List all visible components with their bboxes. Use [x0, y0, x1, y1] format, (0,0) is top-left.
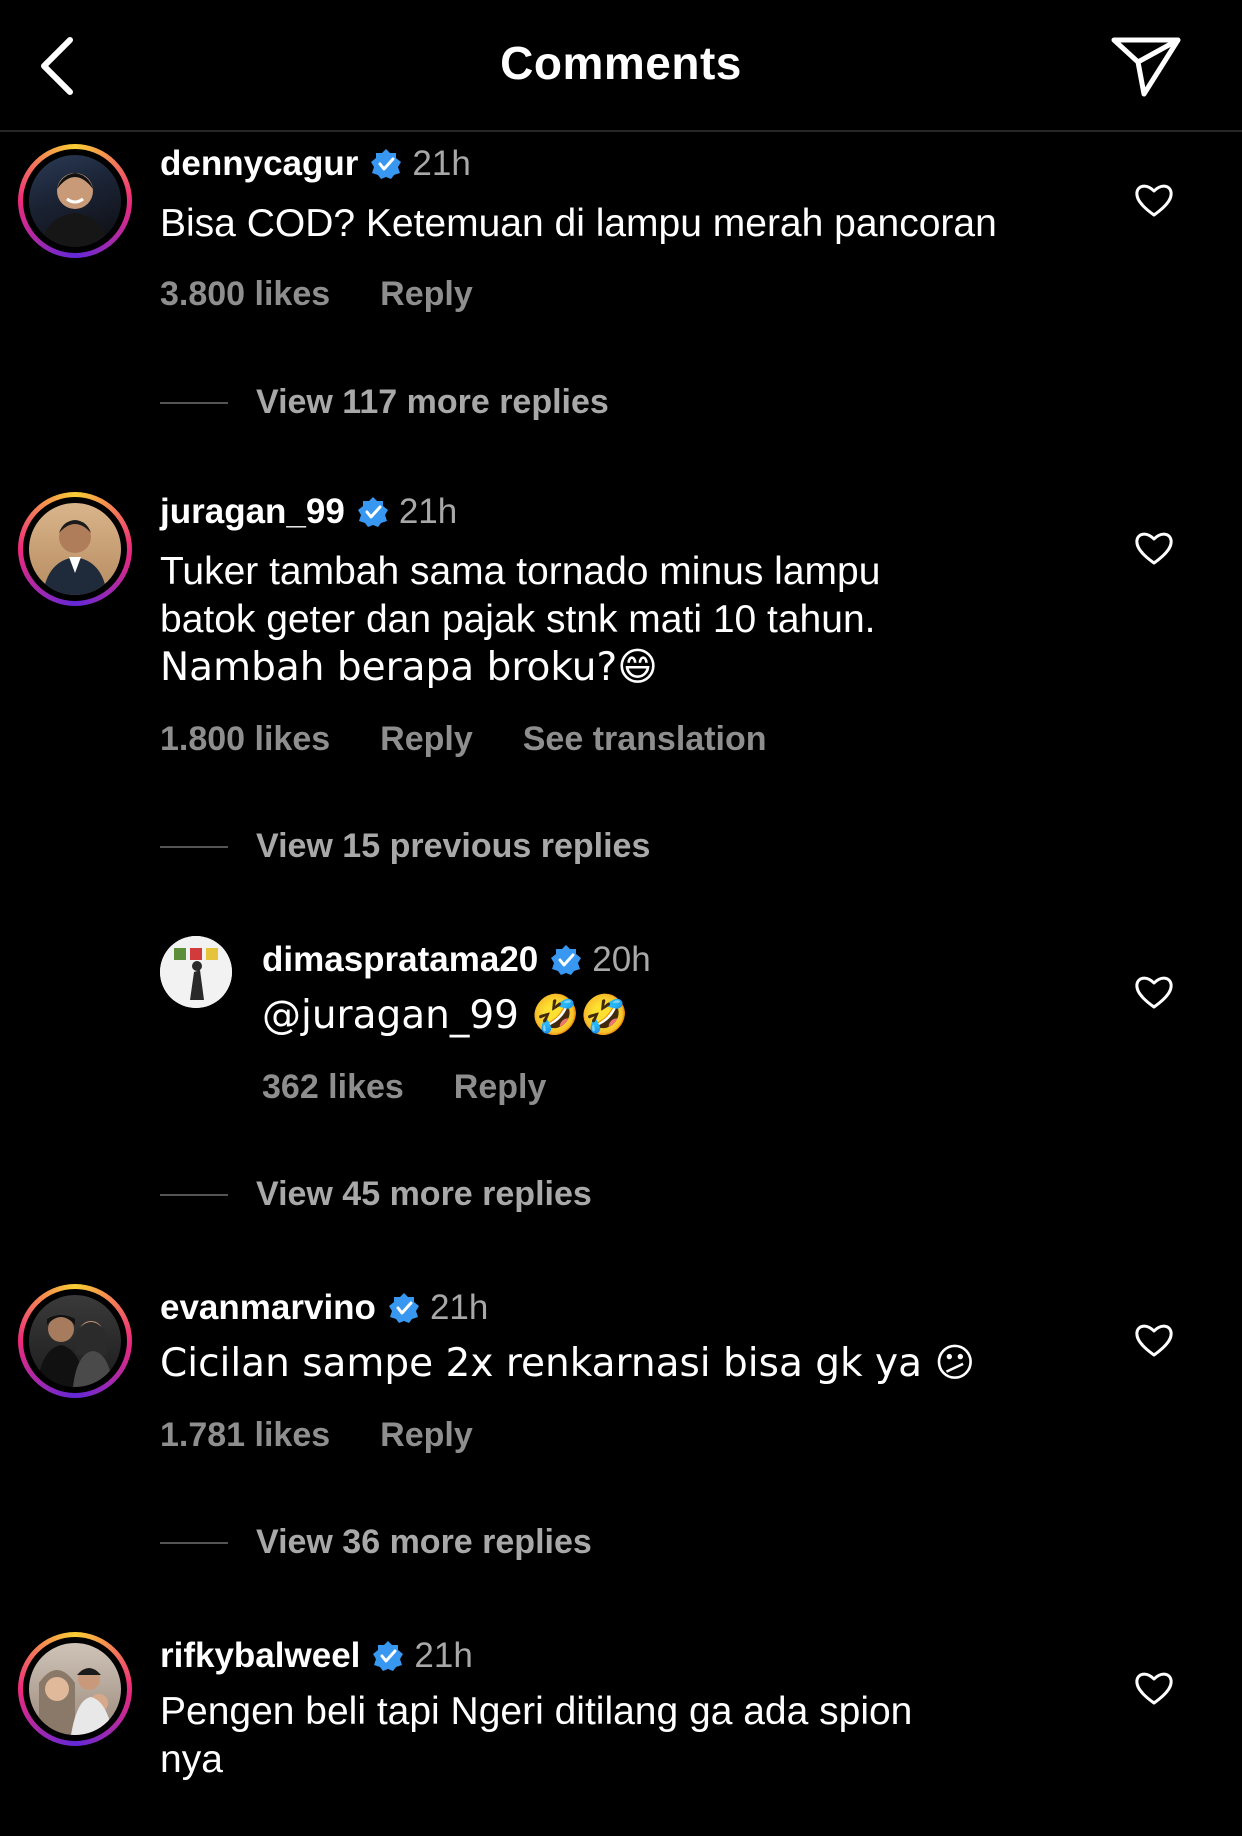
comments-screen: Comments dennycagur 21h Bisa COD? Ketemu…: [0, 0, 1242, 1836]
divider-line: [160, 401, 228, 404]
comment-text: Tuker tambah sama tornado minus lampu ba…: [160, 548, 1100, 692]
comment-timestamp: 21h: [429, 1288, 489, 1327]
likes-count[interactable]: 362 likes: [262, 1068, 404, 1107]
divider-line: [160, 1541, 228, 1544]
avatar[interactable]: [18, 1284, 132, 1398]
divider-line: [160, 845, 228, 848]
comment-text-line: Tuker tambah sama tornado minus lampu: [160, 550, 881, 593]
avatar[interactable]: [18, 144, 132, 258]
comment-text: Pengen beli tapi Ngeri ditilang ga ada s…: [160, 1688, 1100, 1784]
comment-text: Bisa COD? Ketemuan di lampu merah pancor…: [160, 202, 997, 245]
verified-badge-icon: [373, 1641, 404, 1671]
heart-icon[interactable]: [1134, 180, 1174, 220]
likes-count[interactable]: 3.800 likes: [160, 275, 330, 314]
see-translation-button[interactable]: See translation: [523, 720, 767, 759]
avatar-photo: [41, 173, 109, 247]
page-title: Comments: [500, 37, 742, 89]
comment-timestamp: 21h: [398, 492, 458, 531]
avatar-photo: [39, 1668, 113, 1735]
avatar-photo: [37, 1315, 113, 1387]
avatar[interactable]: [18, 1632, 132, 1746]
divider-line: [160, 1193, 228, 1196]
view-previous-replies-link[interactable]: View 15 previous replies: [160, 827, 650, 866]
header-bar: Comments: [0, 0, 1242, 132]
heart-icon[interactable]: [1134, 1668, 1174, 1708]
comment-timestamp: 21h: [412, 144, 471, 183]
reply-username[interactable]: dimaspratama20: [262, 940, 538, 980]
share-button[interactable]: [1108, 30, 1184, 102]
avatar-photo: [43, 520, 107, 595]
comment-username[interactable]: dennycagur: [160, 144, 358, 184]
comment-username[interactable]: evanmarvino: [160, 1288, 376, 1328]
reply-timestamp: 20h: [592, 940, 651, 979]
avatar[interactable]: [160, 936, 232, 1008]
comment-username[interactable]: juragan_99: [160, 492, 345, 532]
verified-badge-icon: [551, 945, 582, 975]
likes-count[interactable]: 1.800 likes: [160, 720, 330, 759]
comment-text-line: Nambah berapa broku?😄: [160, 645, 658, 690]
view-replies-link[interactable]: View 45 more replies: [160, 1175, 592, 1214]
verified-badge-icon: [371, 149, 402, 179]
reply-button[interactable]: Reply: [380, 1416, 473, 1455]
verified-badge-icon: [357, 497, 388, 527]
reply-text: @juragan_99 🤣🤣: [262, 993, 629, 1038]
comment-text-line: Pengen beli tapi Ngeri ditilang ga ada s…: [160, 1690, 913, 1733]
comment-username[interactable]: rifkybalweel: [160, 1636, 360, 1676]
view-replies-link[interactable]: View 36 more replies: [160, 1523, 592, 1562]
comment-text-line: nya: [160, 1738, 223, 1781]
reply-button[interactable]: Reply: [454, 1068, 547, 1107]
reply-button[interactable]: Reply: [380, 720, 473, 759]
comment-timestamp: 21h: [414, 1636, 473, 1675]
verified-badge-icon: [388, 1293, 419, 1323]
reply-button[interactable]: Reply: [380, 275, 473, 314]
view-replies-link[interactable]: View 117 more replies: [160, 383, 609, 422]
paper-plane-icon: [1111, 37, 1181, 97]
heart-icon[interactable]: [1134, 972, 1174, 1012]
heart-icon[interactable]: [1134, 1320, 1174, 1360]
comment-text-line: batok geter dan pajak stnk mati 10 tahun…: [160, 598, 876, 641]
likes-count[interactable]: 1.781 likes: [160, 1416, 330, 1455]
heart-icon[interactable]: [1134, 528, 1174, 568]
avatar[interactable]: [18, 492, 132, 606]
avatar-photo: [160, 936, 232, 1008]
comment-text: Cicilan sampe 2x renkarnasi bisa gk ya 😕: [160, 1341, 976, 1386]
